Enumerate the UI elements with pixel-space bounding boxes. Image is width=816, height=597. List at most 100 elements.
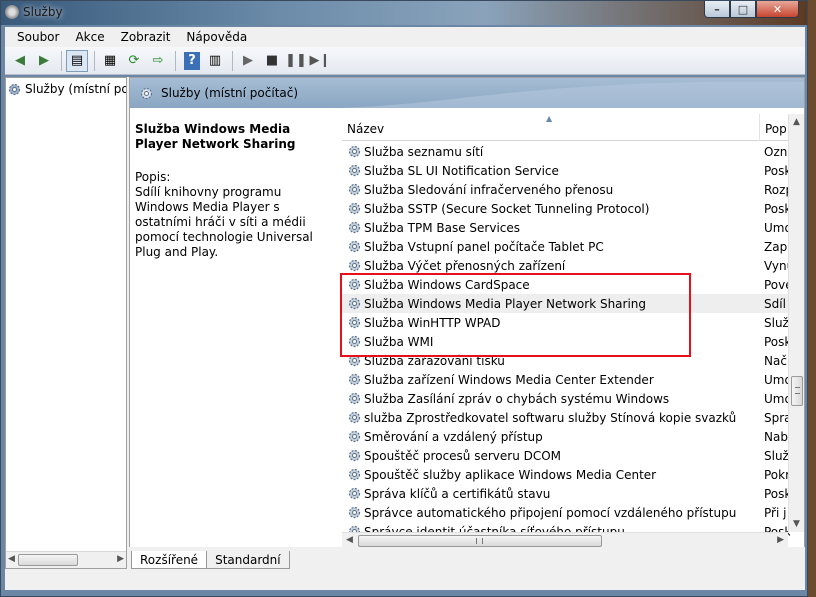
service-gear-icon [348, 202, 361, 215]
toolbar-divider [61, 50, 62, 71]
list-rows: Služba seznamu sítí Ozna Služba SL UI Noti… [342, 142, 790, 541]
service-name: Spouštěč služby aplikace Windows Media C… [364, 467, 657, 482]
tree-scroll-thumb[interactable] [18, 554, 78, 566]
scroll-right-icon[interactable]: ▶ [777, 535, 784, 545]
tree-item-services-local[interactable]: Služby (místní počítač) [8, 82, 126, 96]
service-name: Služba TPM Base Services [364, 220, 521, 235]
service-description: Při j [764, 505, 787, 520]
main-header-title: Služby (místní počítač) [161, 86, 299, 100]
service-row[interactable]: Služba seznamu sítí Ozna [342, 142, 790, 161]
service-row[interactable]: Služba WinHTTP WPAD Služ [342, 313, 789, 332]
export-list-icon[interactable]: ⇨ [147, 50, 169, 72]
service-description: Pokr [764, 467, 790, 482]
menu-akce[interactable]: Akce [67, 30, 112, 44]
menu-zobrazit[interactable]: Zobrazit [113, 30, 179, 44]
service-row[interactable]: Spouštěč procesů serveru DCOM Služ [342, 446, 789, 465]
service-row[interactable]: Spouštěč služby aplikace Windows Media C… [342, 465, 790, 484]
service-gear-icon [348, 145, 361, 158]
maximize-button[interactable]: □ [730, 1, 756, 18]
service-gear-icon [348, 430, 361, 443]
menu-napoveda[interactable]: Nápověda [178, 30, 255, 44]
service-description: Nač [764, 353, 787, 368]
service-name: Směrování a vzdálený přístup [364, 429, 543, 444]
menu-soubor[interactable]: Soubor [9, 30, 67, 44]
service-description: Zapi [764, 239, 790, 254]
service-gear-icon [348, 183, 361, 196]
tab-extended[interactable]: Rozšířené [131, 551, 208, 569]
horizontal-scroll-thumb[interactable] [358, 535, 602, 547]
service-gear-icon [348, 259, 361, 272]
stop-icon[interactable]: ■ [261, 50, 283, 72]
description-label: Popis: [135, 170, 171, 184]
service-row[interactable]: Služba Zasílání zpráv o chybách systému … [342, 389, 790, 408]
service-row[interactable]: Správa klíčů a certifikátů stavu Posk [342, 484, 790, 503]
tab-standard[interactable]: Standardní [206, 551, 290, 569]
service-row[interactable]: Služba Sledování infračerveného přenosu R… [342, 180, 790, 199]
properties-icon[interactable]: ▦ [99, 50, 121, 72]
help-icon[interactable]: ? [184, 51, 200, 70]
service-row[interactable]: Služba Windows Media Player Network Shar… [342, 294, 788, 313]
pause-icon[interactable]: ❚❚ [285, 50, 307, 72]
service-row[interactable]: Správce automatického připojení pomocí v… [342, 503, 788, 522]
scroll-down-icon[interactable]: ▼ [793, 519, 800, 529]
main-header: Služby (místní počítač) [130, 78, 804, 108]
service-row[interactable]: Služba TPM Base Services Umo [342, 218, 790, 237]
service-row[interactable]: služba Zprostředkovatel softwaru služby … [342, 408, 790, 427]
title-bar[interactable]: Služby – □ ✕ [1, 1, 807, 25]
service-name: Služba zařízení Windows Media Center Ext… [364, 372, 654, 387]
service-row[interactable]: Služba WMI Posk [342, 332, 790, 351]
service-description: Nab [764, 429, 788, 444]
column-header-description[interactable]: Pop [761, 114, 791, 141]
forward-icon[interactable]: ▶ [33, 50, 55, 72]
service-name: Služba seznamu sítí [364, 144, 484, 159]
service-row[interactable]: Služba Windows CardSpace Pove [342, 275, 790, 294]
service-description: Sdíl [764, 296, 786, 311]
vertical-scroll-thumb[interactable] [791, 376, 803, 406]
service-name: Služba Výčet přenosných zařízení [364, 258, 566, 273]
service-row[interactable]: Služba SSTP (Secure Socket Tunneling Pro… [342, 199, 790, 218]
service-description: Posk [764, 486, 790, 501]
service-name: Služba SSTP (Secure Socket Tunneling Pro… [364, 201, 650, 216]
service-row[interactable]: Služba zařízení Windows Media Center Ext… [342, 370, 790, 389]
service-name: Služba Sledování infračerveného přenosu [364, 182, 614, 197]
service-description: Umo [764, 391, 790, 406]
tree-horizontal-scrollbar[interactable]: ◀ ▶ [6, 551, 126, 568]
close-button[interactable]: ✕ [756, 1, 799, 18]
service-row[interactable]: Služba Výčet přenosných zařízení Vynu [342, 256, 790, 275]
client-area: Služby (místní počítač) ◀ ▶ Služby (míst… [5, 77, 805, 590]
toolbar-divider [232, 50, 233, 71]
service-row[interactable]: Služba SL UI Notification Service Posk [342, 161, 790, 180]
service-gear-icon [348, 392, 361, 405]
scroll-left-icon[interactable]: ◀ [346, 535, 353, 545]
vertical-scrollbar[interactable]: ▲ ▼ [788, 114, 804, 532]
service-description: Posk [764, 334, 790, 349]
refresh-icon[interactable]: ⟳ [123, 50, 145, 72]
action-pane-icon[interactable]: ▥ [204, 50, 226, 72]
scroll-up-icon[interactable]: ▲ [793, 117, 800, 127]
window-controls: – □ ✕ [704, 1, 799, 18]
main-pane: Služby (místní počítač) Služba Windows M… [129, 77, 805, 569]
service-gear-icon [348, 297, 361, 310]
service-description: Posk [764, 201, 790, 216]
service-gear-icon [348, 506, 361, 519]
start-icon[interactable]: ▶ [237, 50, 259, 72]
selected-service-name: Služba Windows Media Player Network Shar… [135, 122, 296, 151]
column-header-name[interactable]: Název ▲ [342, 114, 760, 141]
service-name: Správce automatického připojení pomocí v… [364, 505, 737, 520]
service-gear-icon [348, 240, 361, 253]
services-list: Název ▲ Pop Služba seznamu sítíOznaSlužb… [342, 114, 804, 549]
scroll-right-icon[interactable]: ▶ [117, 554, 124, 564]
service-row[interactable]: Směrování a vzdálený přístup Nab [342, 427, 788, 446]
description-text: Sdílí knihovny programu Windows Media Pl… [135, 185, 313, 259]
show-tree-icon[interactable]: ▤ [66, 49, 88, 72]
restart-icon[interactable]: ▶❙ [309, 50, 331, 72]
back-icon[interactable]: ◀ [9, 50, 31, 72]
service-name: Spouštěč procesů serveru DCOM [364, 448, 562, 463]
service-row[interactable]: Služba zařazování tisku Nač [342, 351, 788, 370]
service-row[interactable]: Služba Vstupní panel počítače Tablet PC Z… [342, 237, 790, 256]
toolbar-divider [94, 50, 95, 71]
scroll-left-icon[interactable]: ◀ [8, 554, 15, 564]
service-name: Služba Windows CardSpace [364, 277, 530, 292]
minimize-button[interactable]: – [704, 1, 730, 18]
service-description: Umo [764, 372, 790, 387]
